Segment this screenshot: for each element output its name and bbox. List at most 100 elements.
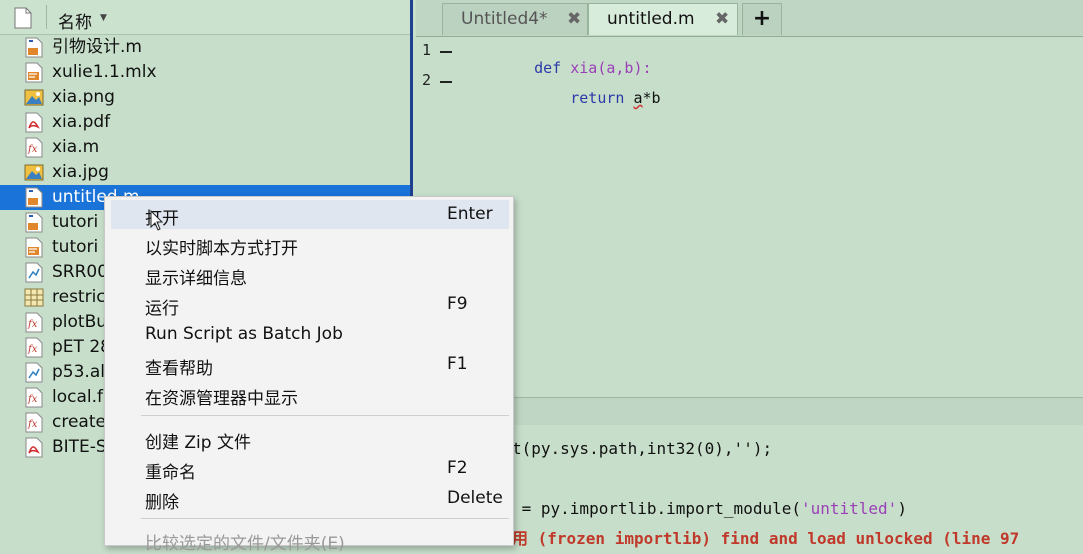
- line-number: 2: [422, 71, 432, 89]
- document-icon: [14, 7, 32, 33]
- menu-item-label: 删除: [145, 493, 179, 513]
- file-name: create: [52, 412, 106, 432]
- menu-item-shortcut: F2: [447, 458, 468, 478]
- file-name: p53.al: [52, 362, 105, 382]
- menu-item-create-zip[interactable]: 创建 Zip 文件: [111, 424, 509, 453]
- svg-text:fx: fx: [27, 319, 38, 330]
- editor-tab-bar: Untitled4* ✖ untitled.m ✖ +: [416, 0, 1083, 37]
- file-name: tutori: [52, 212, 99, 232]
- menu-item-shortcut: Delete: [447, 488, 503, 508]
- menu-item-label: 在资源管理器中显示: [145, 389, 298, 409]
- matlab-function-icon: fx: [24, 412, 44, 433]
- live-script-icon: [24, 62, 44, 83]
- file-name: xulie1.1.mlx: [52, 62, 157, 82]
- file-row[interactable]: xia.pdf: [0, 110, 410, 135]
- menu-item-open[interactable]: 打开 Enter: [111, 200, 509, 229]
- tab-untitled4[interactable]: Untitled4* ✖: [442, 3, 588, 35]
- matlab-script-icon: [24, 187, 44, 208]
- code-token: ): [897, 499, 907, 518]
- menu-item-label: 显示详细信息: [145, 269, 247, 289]
- menu-item-label: 创建 Zip 文件: [145, 433, 251, 453]
- file-name: plotBu: [52, 312, 108, 332]
- error-line: 用 (frozen importlib) find and load unloc…: [512, 529, 1020, 548]
- menu-item-show-details[interactable]: 显示详细信息: [111, 260, 509, 289]
- file-row[interactable]: xia.jpg: [0, 160, 410, 185]
- add-tab-button[interactable]: +: [742, 3, 782, 35]
- menu-item-label: Run Script as Batch Job: [145, 324, 343, 344]
- menu-item-label: 以实时脚本方式打开: [145, 239, 298, 259]
- matlab-script-icon: [24, 37, 44, 58]
- pdf-file-icon: [24, 437, 44, 458]
- file-name: pET 28: [52, 337, 111, 357]
- file-row[interactable]: xia.png: [0, 85, 410, 110]
- breakpoint-dash[interactable]: [440, 51, 452, 53]
- pdf-file-icon: [24, 112, 44, 133]
- mouse-pointer-icon: [150, 209, 164, 236]
- matlab-function-icon: fx: [24, 387, 44, 408]
- file-row[interactable]: fx xia.m: [0, 135, 410, 160]
- string-token: 'untitled': [800, 499, 898, 518]
- file-row[interactable]: xulie1.1.mlx: [0, 60, 410, 85]
- menu-item-shortcut: F1: [447, 354, 468, 374]
- menu-item-label: 比较选定的文件/文件夹(E): [145, 534, 345, 554]
- menu-separator: [141, 518, 509, 519]
- command-window-splitter[interactable]: [416, 397, 1083, 426]
- file-name: xia.pdf: [52, 112, 111, 132]
- file-name: xia.jpg: [52, 162, 109, 182]
- code-editor[interactable]: 1 2 def xia(a,b): return a*b: [416, 37, 1083, 397]
- file-name: xia.png: [52, 87, 115, 107]
- table-file-icon: [24, 287, 44, 308]
- menu-item-show-in-explorer[interactable]: 在资源管理器中显示: [111, 380, 509, 409]
- live-script-icon: [24, 237, 44, 258]
- svg-text:fx: fx: [27, 394, 38, 405]
- menu-item-open-as-live-script[interactable]: 以实时脚本方式打开: [111, 230, 509, 259]
- file-browser-header: 名称 ▼: [0, 0, 410, 35]
- matlab-function-icon: fx: [24, 312, 44, 333]
- file-name: SRR00: [52, 262, 109, 282]
- menu-item-rename[interactable]: 重命名 F2: [111, 454, 509, 483]
- image-file-icon: [24, 87, 44, 108]
- menu-item-compare[interactable]: 比较选定的文件/文件夹(E): [111, 525, 509, 554]
- line-number: 1: [422, 41, 432, 59]
- file-name: BITE-S: [52, 437, 107, 457]
- tab-untitled-m[interactable]: untitled.m ✖: [588, 3, 738, 35]
- header-separator: [46, 5, 47, 29]
- code-line-2: return a*b: [498, 71, 661, 125]
- file-name: tutori: [52, 237, 99, 257]
- svg-text:fx: fx: [27, 144, 38, 155]
- sort-arrow-icon[interactable]: ▼: [100, 13, 107, 23]
- name-column-header[interactable]: 名称: [58, 8, 92, 33]
- close-icon[interactable]: ✖: [715, 9, 729, 29]
- tab-label: untitled.m: [607, 9, 695, 29]
- menu-item-delete[interactable]: 删除 Delete: [111, 484, 509, 513]
- matlab-function-icon: fx: [24, 337, 44, 358]
- svg-text:fx: fx: [27, 344, 38, 355]
- code-token: *b: [642, 89, 661, 107]
- menu-item-view-help[interactable]: 查看帮助 F1: [111, 350, 509, 379]
- file-name: 引物设计.m: [52, 37, 142, 57]
- tab-label: Untitled4*: [461, 9, 548, 29]
- image-file-icon: [24, 162, 44, 183]
- code-token: a: [633, 89, 643, 107]
- menu-separator: [141, 415, 509, 416]
- command-output-line: t(py.sys.path,int32(0),'');: [512, 439, 773, 458]
- code-token: = py.importlib.import_module(: [512, 499, 801, 518]
- command-output-line: = py.importlib.import_module('untitled'): [512, 499, 907, 518]
- svg-text:fx: fx: [27, 419, 38, 430]
- command-window[interactable]: t(py.sys.path,int32(0),''); = py.importl…: [416, 425, 1083, 548]
- close-icon[interactable]: ✖: [567, 9, 581, 29]
- matlab-script-icon: [24, 212, 44, 233]
- context-menu: 打开 Enter 以实时脚本方式打开 显示详细信息 运行 F9 Run Scri…: [104, 196, 514, 554]
- file-name: local.f: [52, 387, 103, 407]
- menu-item-shortcut: Enter: [447, 204, 493, 224]
- breakpoint-dash[interactable]: [440, 81, 452, 83]
- menu-item-run-batch-job[interactable]: Run Script as Batch Job: [111, 320, 509, 349]
- file-name: xia.m: [52, 137, 100, 157]
- file-name: restric: [52, 287, 106, 307]
- file-row[interactable]: 引物设计.m: [0, 35, 410, 60]
- matlab-function-icon: fx: [24, 137, 44, 158]
- data-file-icon: [24, 362, 44, 383]
- menu-item-label: 查看帮助: [145, 359, 213, 379]
- code-token: return: [534, 89, 634, 107]
- menu-item-run[interactable]: 运行 F9: [111, 290, 509, 319]
